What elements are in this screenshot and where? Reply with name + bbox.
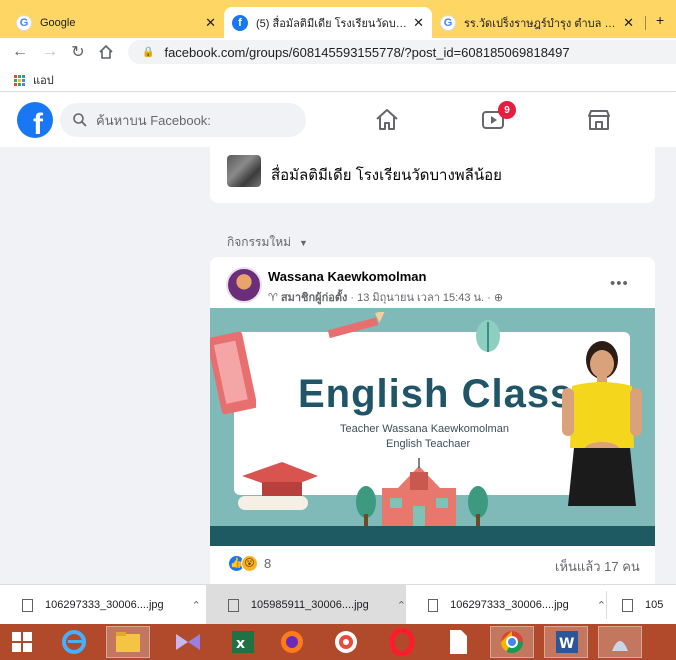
image-subtitle: English Teachaer [386,438,471,450]
tree-icon [356,486,376,528]
seen-by-count[interactable]: เห็นแล้ว 17 คน [555,556,640,577]
tab-title: (5) สื่อมัลติมีเดีย โรงเรียนวัดบางพลีน้อ [256,17,408,30]
reload-icon[interactable]: ↻ [68,42,88,62]
chrome-icon[interactable] [490,626,534,658]
section-label: กิจกรรมใหม่ [227,235,292,249]
image-ground [210,526,655,546]
svg-text:x: x [236,636,245,652]
facebook-search-input[interactable]: ค้นหาบน Facebook: [60,103,306,137]
download-item[interactable]: 106297333_30006....jpg ⌃ [406,585,606,625]
file-icon [228,598,239,612]
file-explorer-icon[interactable] [106,626,150,658]
teacher-photo [562,341,642,506]
post-card: Wassana Kaewkomolman ♈ สมาชิกผู้ก่อตั้ง … [210,257,655,587]
home-nav-icon[interactable] [374,107,400,133]
url-bar[interactable]: 🔒 facebook.com/groups/608145593155778/?p… [128,40,676,64]
reaction-count: 8 [264,556,272,571]
back-icon[interactable]: ← [10,42,30,62]
tab-google[interactable]: G Google ✕ [8,7,224,38]
leaf-illustration-icon [476,320,500,352]
post-timestamp[interactable]: · 13 มิถุนายน เวลา 15:43 น. · [350,288,490,306]
image-title: English Class [298,372,574,416]
facebook-icon: f [232,14,248,31]
graduation-cap-icon [238,462,318,510]
group-header[interactable]: สื่อมัลติมีเดีย โรงเรียนวัดบางพลีน้อย [210,147,655,203]
close-icon[interactable]: ✕ [623,15,634,31]
close-icon[interactable]: ✕ [413,15,424,31]
more-options-icon[interactable]: ••• [610,275,629,292]
home-icon[interactable] [96,42,116,62]
sprout-icon: ♈ [268,291,278,304]
file-icon [22,598,33,612]
chevron-up-icon[interactable]: ⌃ [597,599,606,612]
tab-title: รร.วัดเปร็งราษฎร์บำรุง ตำบล เปร็ง อำเภ [464,17,617,30]
tree-icon [468,486,488,528]
facebook-header: f ค้นหาบน Facebook: 9 [0,93,676,147]
download-filename: 105985911_30006....jpg [250,599,369,611]
blank-file-icon[interactable] [436,626,480,658]
notification-badge: 9 [498,101,516,119]
post-meta: ♈ สมาชิกผู้ก่อตั้ง · 13 มิถุนายน เวลา 15… [268,288,503,306]
avatar[interactable] [226,267,262,303]
tab-facebook-group[interactable]: f (5) สื่อมัลติมีเดีย โรงเรียนวัดบางพลีน… [224,7,432,38]
search-icon [73,113,87,127]
url-text: facebook.com/groups/608145593155778/?pos… [164,44,570,60]
pencil-illustration-icon [327,312,387,339]
lock-icon: 🔒 [142,46,155,58]
file-icon [428,598,439,612]
member-role: สมาชิกผู้ก่อตั้ง [280,292,348,304]
reactions-summary[interactable]: 👍 😮 8 [228,555,271,572]
post-image[interactable]: English Class Teacher Wassana Kaewkomolm… [210,308,655,546]
word-icon[interactable]: W [544,626,588,658]
chevron-up-icon[interactable]: ⌃ [192,599,201,612]
browser-tab-strip: G Google ✕ f (5) สื่อมัลติมีเดีย โรงเรีย… [0,0,676,38]
app-icon[interactable] [598,626,642,658]
new-tab-icon[interactable]: + [656,12,664,28]
search-placeholder: ค้นหาบน Facebook: [96,112,211,128]
forward-icon[interactable]: → [40,42,60,62]
windows-start-icon[interactable] [0,626,44,658]
apps-shortcut[interactable]: แอป [14,71,54,89]
group-thumbnail[interactable] [227,155,261,187]
download-item[interactable]: 106297333_30006....jpg ⌃ [0,585,206,625]
downloads-bar: 106297333_30006....jpg ⌃ 105985911_30006… [0,584,676,625]
globe-icon: ⊕ [493,291,504,304]
book-illustration-icon [210,331,256,415]
apps-grid-icon [14,74,25,86]
download-filename: 106297333_30006....jpg [45,599,164,611]
facebook-logo-icon[interactable]: f [17,102,53,138]
windows-taskbar: x W [0,624,676,660]
file-icon [622,598,633,612]
camera-app-icon[interactable] [324,626,368,658]
caret-down-icon: ▼ [299,237,308,248]
tab-title: Google [40,16,76,29]
google-icon: G [16,14,32,31]
download-item[interactable]: 105 [606,585,676,625]
school-building-icon [382,458,456,528]
svg-text:W: W [559,636,574,652]
tab-school-search[interactable]: G รร.วัดเปร็งราษฎร์บำรุง ตำบล เปร็ง อำเภ… [432,7,642,38]
excel-icon[interactable]: x [220,626,264,658]
internet-explorer-icon[interactable] [52,626,96,658]
opera-icon[interactable] [380,626,424,658]
firefox-icon[interactable] [270,626,314,658]
close-icon[interactable]: ✕ [205,15,216,31]
image-subtitle: Teacher Wassana Kaewkomolman [340,423,509,435]
download-filename: 105 [645,599,664,611]
download-item[interactable]: 105985911_30006....jpg ⌃ [206,585,406,625]
visual-studio-icon[interactable] [166,626,210,658]
post-author[interactable]: Wassana Kaewkomolman [268,269,426,284]
apps-label: แอป [33,75,54,87]
google-icon: G [440,14,456,31]
tab-separator [645,16,646,30]
group-name[interactable]: สื่อมัลติมีเดีย โรงเรียนวัดบางพลีน้อย [271,163,502,187]
wow-reaction-icon: 😮 [241,555,258,572]
download-filename: 106297333_30006....jpg [450,599,569,611]
address-toolbar: ← → ↻ 🔒 facebook.com/groups/608145593155… [0,38,676,66]
sort-activity-dropdown[interactable]: กิจกรรมใหม่ ▼ [227,233,308,252]
bookmarks-bar: แอป [0,66,676,92]
chevron-up-icon[interactable]: ⌃ [397,599,406,612]
marketplace-icon[interactable] [586,107,612,133]
